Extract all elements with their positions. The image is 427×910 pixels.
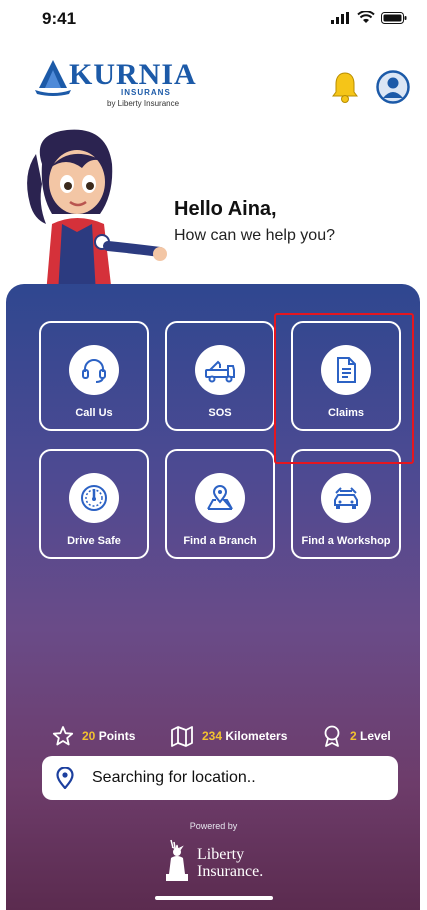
notification-button[interactable]: [330, 70, 360, 104]
greeting-title: Hello Aina,: [174, 198, 277, 220]
powered-by-label: Powered by: [189, 821, 238, 831]
km-value: 234: [202, 729, 223, 743]
liberty-line2: Insurance.: [197, 863, 264, 880]
brand-name: KURNIA: [69, 58, 197, 91]
tile-drive-safe[interactable]: Drive Safe: [39, 449, 149, 559]
tile-find-workshop[interactable]: Find a Workshop: [291, 449, 401, 559]
statue-of-liberty-icon: [166, 839, 188, 881]
greeting: Hello Aina, How can we help you?: [174, 198, 335, 245]
tow-truck-icon: [205, 360, 235, 383]
km-label: Kilometers: [225, 729, 288, 743]
tile-icon-circle: [69, 345, 119, 395]
star-icon: [52, 726, 74, 746]
bell-icon: [332, 72, 358, 103]
tile-icon-circle: [195, 345, 245, 395]
points-label: Points: [98, 729, 136, 743]
kurnia-logo: KURNIA INSURANS by Liberty Insurance: [35, 56, 196, 112]
car-workshop-icon: [334, 487, 358, 509]
tile-icon-circle: [69, 473, 119, 523]
mascot-character-icon: [27, 129, 167, 294]
claims-highlight: [274, 313, 414, 464]
status-icons: [331, 11, 407, 24]
location-text: Searching for location..: [92, 769, 256, 786]
location-search-bar[interactable]: Searching for location..: [42, 756, 398, 800]
tile-sos[interactable]: SOS: [165, 321, 275, 431]
points-value: 20: [82, 729, 96, 743]
tile-icon-circle: [321, 473, 371, 523]
level-value: 2: [350, 729, 357, 743]
status-bar: 9:41: [0, 0, 427, 44]
stat-kilometers: 234 Kilometers: [170, 724, 287, 748]
wifi-icon: [357, 11, 375, 23]
mascot-illustration: [22, 124, 167, 294]
ship-logo-icon: [35, 60, 71, 96]
headset-icon: [82, 359, 106, 383]
tile-label: SOS: [208, 407, 232, 419]
status-time: 9:41: [42, 9, 77, 28]
battery-icon: [381, 11, 407, 24]
map-icon: [171, 726, 193, 747]
tile-icon-circle: [195, 473, 245, 523]
greeting-subtitle: How can we help you?: [174, 227, 335, 244]
level-label: Level: [360, 729, 391, 743]
tile-label: Drive Safe: [67, 535, 121, 547]
map-pin-icon: [207, 485, 233, 510]
user-avatar-icon: [376, 70, 410, 104]
tile-find-branch[interactable]: Find a Branch: [165, 449, 275, 559]
liberty-line1: Liberty: [197, 846, 245, 863]
brand-sub: INSURANS: [121, 88, 171, 97]
tile-label: Find a Workshop: [301, 535, 391, 547]
profile-button[interactable]: [376, 70, 410, 104]
signal-icon: [331, 11, 349, 24]
stat-points: 20 Points: [52, 724, 135, 748]
brand-tagline: by Liberty Insurance: [107, 99, 180, 108]
award-badge-icon: [324, 725, 340, 747]
liberty-insurance-logo: Liberty Insurance.: [162, 838, 282, 886]
location-pin-icon: [56, 767, 74, 789]
tile-label: Find a Branch: [183, 535, 257, 547]
tile-call-us[interactable]: Call Us: [39, 321, 149, 431]
tile-label: Call Us: [75, 407, 113, 419]
stat-level: 2 Level: [322, 724, 391, 748]
speedometer-icon: [81, 485, 107, 511]
home-indicator[interactable]: [155, 896, 273, 900]
